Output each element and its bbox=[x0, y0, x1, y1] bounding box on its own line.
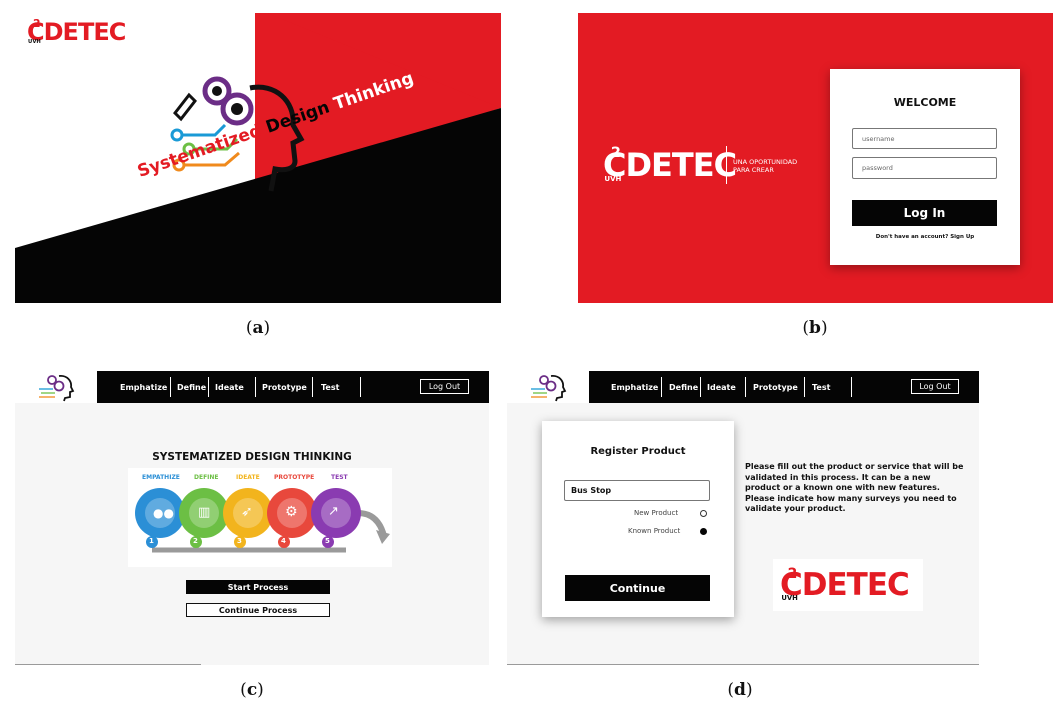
stage-number: 1 bbox=[149, 537, 154, 545]
brand-logo: C 2 UVH DETEC bbox=[603, 145, 737, 184]
nav-define[interactable]: Define bbox=[669, 371, 698, 403]
password-field[interactable]: password bbox=[852, 157, 997, 179]
welcome-heading: WELCOME bbox=[893, 96, 957, 109]
register-screen: Emphatize Define Ideate Prototype Test L… bbox=[507, 371, 979, 665]
brand-logo-box: C 2 UVH DETEC bbox=[773, 559, 923, 611]
app-logo-icon bbox=[531, 375, 567, 402]
stage-number: 5 bbox=[325, 537, 330, 545]
nav-separator bbox=[745, 377, 746, 397]
new-product-radio[interactable] bbox=[700, 510, 707, 517]
nav-separator bbox=[312, 377, 313, 397]
nav-emphatize[interactable]: Emphatize bbox=[120, 371, 167, 403]
page-title: SYSTEMATIZED DESIGN THINKING bbox=[152, 451, 352, 463]
nav-separator bbox=[804, 377, 805, 397]
nav-separator bbox=[700, 377, 701, 397]
brand-slogan: UNA OPORTUNIDAD PARA CREAR bbox=[733, 158, 798, 174]
process-diagram: EMPATHIZE DEFINE IDEATE PROTOTYPE TEST 1 bbox=[128, 468, 392, 567]
register-card: Register Product Bus Stop New Product Kn… bbox=[542, 421, 734, 617]
caption-a: (a) bbox=[245, 318, 271, 338]
nav-separator bbox=[360, 377, 361, 397]
nav-separator bbox=[661, 377, 662, 397]
stage-number: 2 bbox=[193, 537, 198, 545]
brand-divider bbox=[726, 146, 727, 184]
caption-b: (b) bbox=[802, 318, 828, 338]
logout-button[interactable]: Log Out bbox=[420, 379, 469, 394]
nav-separator bbox=[255, 377, 256, 397]
stage-number: 3 bbox=[237, 537, 242, 545]
nav-define[interactable]: Define bbox=[177, 371, 206, 403]
people-icon: ●● bbox=[153, 506, 174, 520]
known-product-radio[interactable] bbox=[700, 528, 707, 535]
caption-d: (d) bbox=[727, 680, 753, 700]
nav-emphatize[interactable]: Emphatize bbox=[611, 371, 658, 403]
instructions-text: Please fill out the product or service t… bbox=[745, 462, 964, 513]
nav-test[interactable]: Test bbox=[321, 371, 339, 403]
brand-logo: C 2 UVH DETEC bbox=[27, 17, 126, 46]
known-product-label: Known Product bbox=[628, 527, 681, 535]
login-screen: C 2 UVH DETEC UNA OPORTUNIDAD PARA CREAR WE… bbox=[578, 13, 1053, 303]
stage-number: 4 bbox=[281, 537, 286, 545]
bottom-line bbox=[15, 664, 201, 665]
nav-ideate[interactable]: Ideate bbox=[707, 371, 736, 403]
logout-button[interactable]: Log Out bbox=[911, 379, 959, 394]
caption-c: (c) bbox=[240, 680, 264, 700]
username-field[interactable]: username bbox=[852, 128, 997, 149]
nav-separator bbox=[851, 377, 852, 397]
continue-process-button[interactable]: Continue Process bbox=[186, 603, 330, 617]
gears-icon: ⚙ bbox=[285, 504, 298, 520]
nav-separator bbox=[170, 377, 171, 397]
login-card: WELCOME username password Log In Don't h… bbox=[830, 69, 1020, 265]
trend-icon: ↗ bbox=[328, 504, 339, 519]
new-product-label: New Product bbox=[634, 509, 679, 517]
brand-logo: C 2 UVH DETEC bbox=[780, 566, 910, 603]
nav-ideate[interactable]: Ideate bbox=[215, 371, 244, 403]
start-process-button[interactable]: Start Process bbox=[186, 580, 330, 594]
product-name-field[interactable]: Bus Stop bbox=[564, 480, 710, 501]
nav-prototype[interactable]: Prototype bbox=[753, 371, 798, 403]
nav-test[interactable]: Test bbox=[812, 371, 830, 403]
chart-icon: ▥ bbox=[198, 505, 211, 520]
app-logo-icon bbox=[39, 375, 75, 402]
bottom-line bbox=[507, 664, 979, 665]
login-button[interactable]: Log In bbox=[852, 200, 997, 226]
splash-screen: Systematized Design Thinking C 2 UVH DETEC bbox=[15, 13, 501, 303]
continue-button[interactable]: Continue bbox=[565, 575, 710, 601]
register-title: Register Product bbox=[590, 446, 686, 457]
signup-link[interactable]: Don't have an account? Sign Up bbox=[830, 234, 1020, 240]
rocket-icon: ➶ bbox=[241, 504, 253, 520]
nav-prototype[interactable]: Prototype bbox=[262, 371, 307, 403]
nav-separator bbox=[208, 377, 209, 397]
home-screen: Emphatize Define Ideate Prototype Test L… bbox=[15, 371, 489, 665]
